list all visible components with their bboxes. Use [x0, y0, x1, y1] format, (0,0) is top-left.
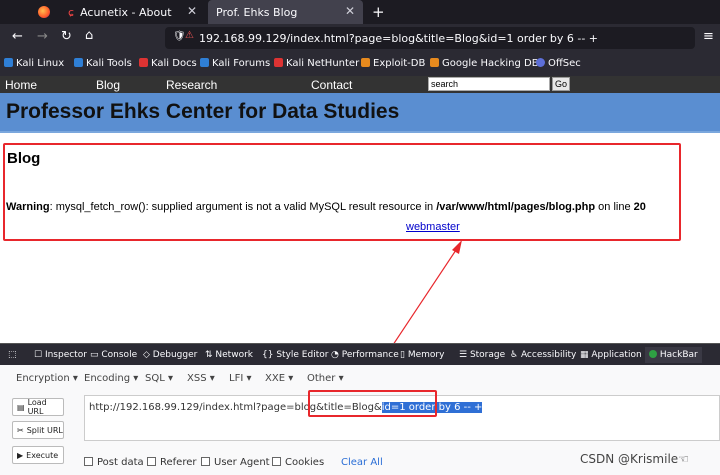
post-data-checkbox[interactable]: Post data	[84, 457, 144, 468]
tab-memory[interactable]: ▯ Memory	[400, 350, 444, 360]
user-agent-checkbox[interactable]: User Agent	[201, 457, 270, 468]
clear-all-link[interactable]: Clear All	[341, 457, 383, 468]
pick-element-icon[interactable]: ⬚	[8, 350, 17, 360]
hackbar-icon	[649, 350, 657, 358]
menu-xxe[interactable]: XXE ▾	[265, 373, 293, 384]
tab-style-editor[interactable]: {} Style Editor	[262, 350, 328, 360]
load-url-button[interactable]: ▤ Load URL	[12, 398, 64, 416]
tab-performance[interactable]: ◔ Performance	[331, 350, 399, 360]
devtools-tab-bar: ⬚ ☐ Inspector ▭ Console ◇ Debugger ⇅ Net…	[0, 343, 720, 365]
annotation-box-payload	[308, 390, 437, 417]
tab-debugger[interactable]: ◇ Debugger	[143, 350, 197, 360]
tab-storage[interactable]: ☰ Storage	[459, 350, 505, 360]
menu-other[interactable]: Other ▾	[307, 373, 344, 384]
menu-lfi[interactable]: LFI ▾	[229, 373, 251, 384]
split-icon: ✂	[17, 425, 24, 435]
split-url-button[interactable]: ✂ Split URL	[12, 421, 64, 439]
watermark: CSDN @Krismile☜	[580, 452, 689, 466]
execute-icon: ▶	[17, 450, 24, 460]
load-icon: ▤	[17, 402, 25, 412]
menu-encryption[interactable]: Encryption ▾	[16, 373, 78, 384]
tab-hackbar[interactable]: HackBar	[645, 347, 702, 363]
tab-network[interactable]: ⇅ Network	[205, 350, 253, 360]
tab-accessibility[interactable]: ♿ Accessibility	[510, 350, 576, 360]
referer-checkbox[interactable]: Referer	[147, 457, 196, 468]
tab-application[interactable]: ▦ Application	[580, 350, 642, 360]
execute-button[interactable]: ▶ Execute	[12, 446, 64, 464]
tab-inspector[interactable]: ☐ Inspector	[34, 350, 87, 360]
menu-xss[interactable]: XSS ▾	[187, 373, 215, 384]
tab-console[interactable]: ▭ Console	[90, 350, 137, 360]
menu-encoding[interactable]: Encoding ▾	[84, 373, 138, 384]
menu-sql[interactable]: SQL ▾	[145, 373, 173, 384]
cookies-checkbox[interactable]: Cookies	[272, 457, 324, 468]
